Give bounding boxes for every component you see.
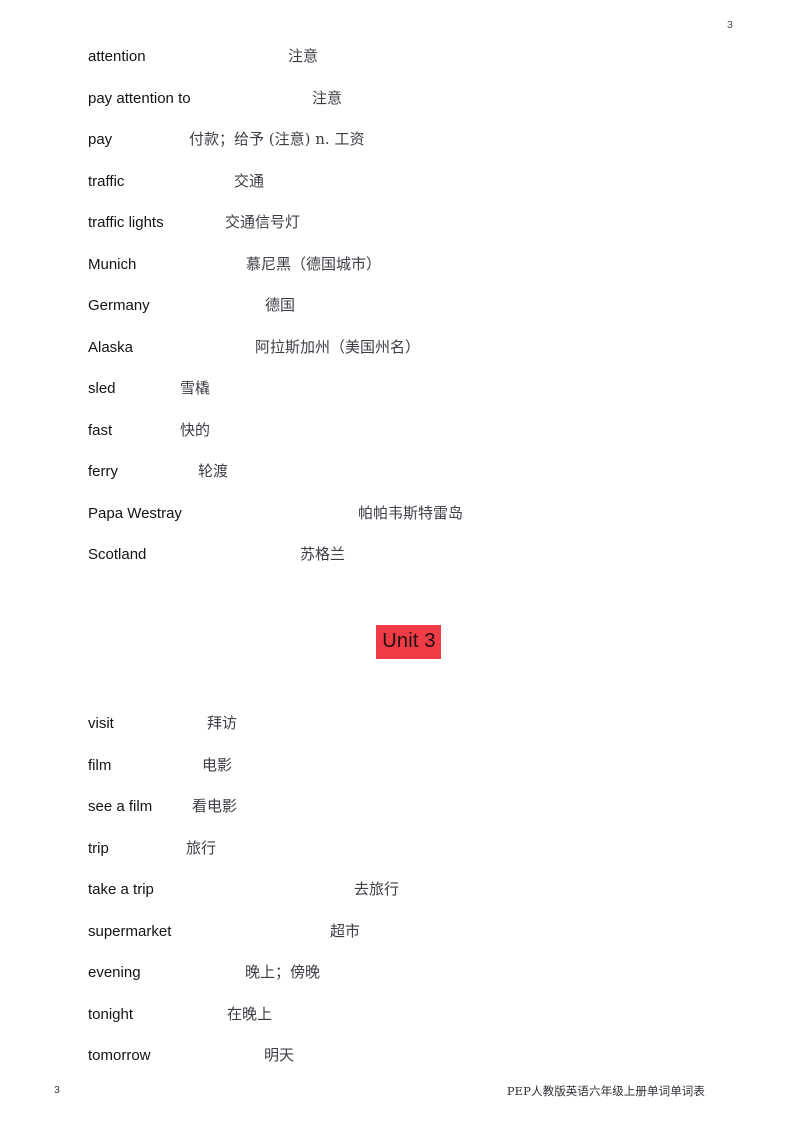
vocabulary-gloss: 轮渡 [198,462,229,480]
vocabulary-gloss: 快的 [180,420,211,439]
vocabulary-gloss: 付款；给予 (注意) n. 工资 [189,130,365,148]
vocabulary-term: traffic [88,172,125,190]
vocabulary-term: see a film [88,798,153,815]
vocabulary-row: attention 注意 [0,47,793,89]
vocabulary-term: take a trip [88,881,154,898]
vocabulary-gloss: 电影 [202,755,233,774]
footer-page-number: 3 [54,1084,60,1096]
vocabulary-term: ferry [88,463,118,480]
vocabulary-block-unit2: attention 注意 pay attention to 注意 pay 付款；给予 (注… [0,47,793,587]
vocabulary-term: sled [88,380,116,397]
vocabulary-gloss: 苏格兰 [300,545,346,563]
vocabulary-row: supermarket 超市 [0,922,793,964]
vocabulary-term: pay attention to [88,89,191,107]
vocabulary-row: see a film 看电影 [0,797,793,839]
vocabulary-gloss: 看电影 [192,797,238,815]
vocabulary-row: sled 雪橇 [0,379,793,421]
vocabulary-term: evening [88,964,141,981]
vocabulary-gloss: 旅行 [186,838,217,857]
vocabulary-row: visit 拜访 [0,714,793,756]
vocabulary-row: pay attention to 注意 [0,89,793,131]
vocabulary-row: Papa Westray 帕帕韦斯特雷岛 [0,504,793,546]
page-footer: 3 PEP人教版英语六年级上册单词单词表 [0,1062,793,1122]
unit-3-heading: Unit 3 [376,625,441,659]
vocabulary-term: trip [88,839,109,857]
vocabulary-term: fast [88,421,113,439]
vocabulary-gloss: 雪橇 [180,379,211,397]
vocabulary-term: Germany [88,297,150,314]
unit-heading-container: Unit 3 [0,625,793,659]
vocabulary-gloss: 晚上；傍晚 [245,963,321,981]
vocabulary-gloss: 慕尼黑（德国城市） [246,254,382,273]
corner-page-number: 3 [726,19,733,31]
vocabulary-term: traffic lights [88,214,164,231]
vocabulary-term: pay [88,131,113,148]
vocabulary-term: visit [88,715,114,732]
vocabulary-row: traffic 交通 [0,172,793,214]
vocabulary-term: Scotland [88,546,147,563]
vocabulary-row: tonight 在晚上 [0,1005,793,1047]
vocabulary-term: attention [88,48,146,65]
vocabulary-gloss: 拜访 [207,714,238,732]
footer-title: PEP人教版英语六年级上册单词单词表 [506,1084,705,1098]
vocabulary-row: Alaska 阿拉斯加州（美国州名） [0,338,793,380]
vocabulary-gloss: 德国 [265,296,296,314]
vocabulary-row: Munich 慕尼黑（德国城市） [0,255,793,297]
vocabulary-gloss: 超市 [330,921,361,940]
vocabulary-row: Germany 德国 [0,296,793,338]
vocabulary-term: Alaska [88,338,134,356]
vocabulary-row: ferry 轮渡 [0,462,793,504]
vocabulary-term: supermarket [88,922,172,940]
vocabulary-gloss: 在晚上 [227,1004,273,1023]
vocabulary-row: pay 付款；给予 (注意) n. 工资 [0,130,793,172]
vocabulary-row: traffic lights 交通信号灯 [0,213,793,255]
vocabulary-row: take a trip 去旅行 [0,880,793,922]
vocabulary-gloss: 注意 [288,47,319,65]
vocabulary-gloss: 阿拉斯加州（美国州名） [255,337,421,356]
vocabulary-row: evening 晚上；傍晚 [0,963,793,1005]
vocabulary-gloss: 去旅行 [354,880,400,898]
vocabulary-row: fast 快的 [0,421,793,463]
vocabulary-gloss: 交通信号灯 [225,213,301,231]
vocabulary-row: film 电影 [0,756,793,798]
vocabulary-block-unit3: visit 拜访 film 电影 see a film 看电影 trip 旅行 take a t… [0,714,793,1088]
vocabulary-term: tonight [88,1005,134,1023]
vocabulary-term: Papa Westray [88,504,182,522]
vocabulary-row: Scotland 苏格兰 [0,545,793,587]
vocabulary-gloss: 帕帕韦斯特雷岛 [358,503,464,522]
vocabulary-gloss: 注意 [312,88,343,107]
document-page: 3 attention 注意 pay attention to 注意 pay 付款；给予 … [0,0,793,1122]
vocabulary-term: film [88,756,112,774]
vocabulary-term: Munich [88,255,137,273]
vocabulary-row: trip 旅行 [0,839,793,881]
vocabulary-gloss: 交通 [234,171,265,190]
